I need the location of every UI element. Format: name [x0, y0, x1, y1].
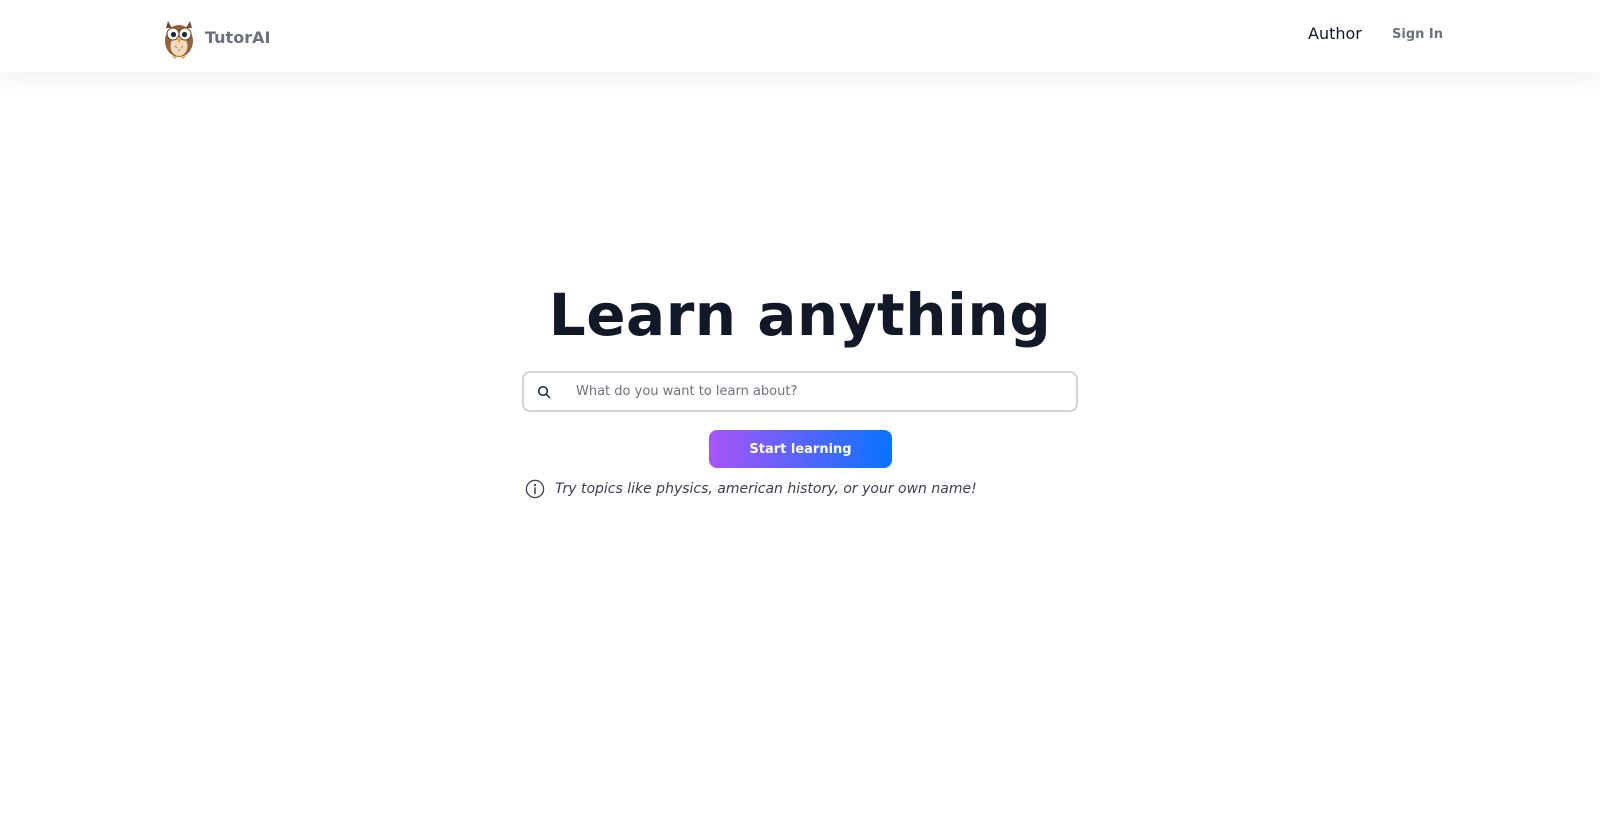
hint-text: Try topics like physics, american histor…	[555, 481, 977, 497]
topic-hint: Try topics like physics, american histor…	[525, 477, 977, 501]
nav-author-link[interactable]: Author	[1308, 24, 1362, 43]
search-icon	[537, 385, 551, 399]
top-navbar: TutorAI Author Sign In	[0, 0, 1600, 72]
start-learning-button[interactable]: Start learning	[709, 430, 892, 468]
search-box[interactable]	[522, 371, 1078, 412]
page-title: Learn anything	[548, 281, 1052, 349]
brand-home-link[interactable]: TutorAI	[162, 15, 270, 59]
info-icon	[525, 479, 545, 499]
owl-logo-icon	[165, 21, 193, 59]
nav-signin-link[interactable]: Sign In	[1392, 27, 1443, 42]
brand-name: TutorAI	[205, 27, 271, 47]
search-input[interactable]	[576, 373, 1066, 410]
